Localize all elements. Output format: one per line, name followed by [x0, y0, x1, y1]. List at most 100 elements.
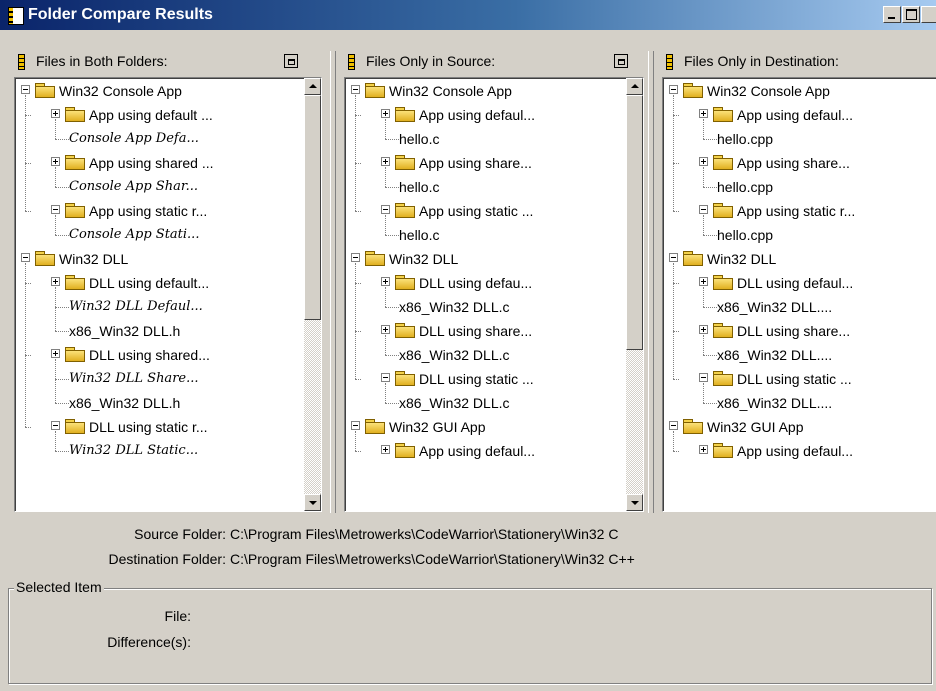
tree-file-node[interactable]: x86_Win32 DLL.h [15, 391, 304, 415]
tree-folder-node[interactable]: Win32 Console App [345, 79, 626, 103]
tree-folder-node[interactable]: Win32 DLL [663, 247, 936, 271]
expand-toggle-icon[interactable] [51, 157, 60, 166]
tree-file-node[interactable]: hello.cpp [663, 223, 936, 247]
expand-toggle-icon[interactable] [381, 445, 390, 454]
tree-file-node[interactable]: x86_Win32 DLL.c [345, 343, 626, 367]
tree-file-node[interactable]: hello.cpp [663, 175, 936, 199]
tree-view[interactable]: Win32 Console App App using default ... Co… [14, 77, 322, 512]
window-title: Folder Compare Results [28, 6, 213, 23]
tree-file-node[interactable]: hello.c [345, 175, 626, 199]
scroll-thumb[interactable] [304, 95, 321, 320]
tree-folder-node[interactable]: App using defaul... [663, 103, 936, 127]
tree-file-node[interactable]: Win32 DLL Defaul... [15, 295, 304, 319]
expand-toggle-icon[interactable] [699, 109, 708, 118]
tree-view[interactable]: Win32 Console App App using defaul... hell… [662, 77, 936, 512]
pane-float-button[interactable] [284, 54, 298, 68]
collapse-toggle-icon[interactable] [51, 421, 60, 430]
scroll-up-button[interactable] [626, 78, 643, 95]
tree-folder-node[interactable]: Win32 Console App [15, 79, 304, 103]
collapse-toggle-icon[interactable] [669, 253, 678, 262]
tree-folder-node[interactable]: DLL using defaul... [663, 271, 936, 295]
collapse-toggle-icon[interactable] [21, 85, 30, 94]
expand-toggle-icon[interactable] [381, 157, 390, 166]
tree-folder-node[interactable]: App using share... [663, 151, 936, 175]
collapse-toggle-icon[interactable] [381, 205, 390, 214]
tree-folder-node[interactable]: App using static ... [345, 199, 626, 223]
collapse-toggle-icon[interactable] [669, 85, 678, 94]
pane-splitter[interactable] [648, 51, 654, 513]
tree-folder-node[interactable]: Win32 GUI App [663, 415, 936, 439]
collapse-toggle-icon[interactable] [51, 205, 60, 214]
tree-folder-node[interactable]: DLL using defau... [345, 271, 626, 295]
collapse-toggle-icon[interactable] [351, 85, 360, 94]
tree-file-node[interactable]: Console App Stati... [15, 223, 304, 247]
close-button[interactable] [921, 6, 936, 23]
tree-folder-node[interactable]: App using defaul... [663, 439, 936, 463]
minimize-button[interactable] [883, 6, 901, 23]
pane-splitter[interactable] [330, 51, 336, 513]
tree-file-node[interactable]: x86_Win32 DLL.... [663, 343, 936, 367]
expand-toggle-icon[interactable] [699, 277, 708, 286]
tree-folder-node[interactable]: App using default ... [15, 103, 304, 127]
expand-toggle-icon[interactable] [381, 109, 390, 118]
expand-toggle-icon[interactable] [699, 325, 708, 334]
tree-folder-node[interactable]: App using defaul... [345, 103, 626, 127]
tree-folder-node[interactable]: DLL using static ... [345, 367, 626, 391]
tree-node-label: App using static ... [419, 203, 534, 219]
expand-toggle-icon[interactable] [381, 277, 390, 286]
tree-folder-node[interactable]: DLL using default... [15, 271, 304, 295]
tree-folder-node[interactable]: DLL using share... [663, 319, 936, 343]
collapse-toggle-icon[interactable] [699, 205, 708, 214]
pane-float-button[interactable] [614, 54, 628, 68]
tree-folder-node[interactable]: DLL using shared... [15, 343, 304, 367]
tree-file-node[interactable]: hello.cpp [663, 127, 936, 151]
collapse-toggle-icon[interactable] [381, 373, 390, 382]
tree-file-node[interactable]: x86_Win32 DLL.c [345, 391, 626, 415]
tree-file-node[interactable]: Console App Defa... [15, 127, 304, 151]
vertical-scrollbar[interactable] [304, 78, 321, 511]
scroll-down-button[interactable] [304, 494, 321, 511]
tree-file-node[interactable]: x86_Win32 DLL.h [15, 319, 304, 343]
collapse-toggle-icon[interactable] [351, 421, 360, 430]
tree-folder-node[interactable]: Win32 DLL [345, 247, 626, 271]
folder-icon [65, 419, 85, 434]
tree-view[interactable]: Win32 Console App App using defaul... hell… [344, 77, 644, 512]
collapse-toggle-icon[interactable] [669, 421, 678, 430]
collapse-toggle-icon[interactable] [21, 253, 30, 262]
tree-folder-node[interactable]: App using share... [345, 151, 626, 175]
tree-folder-node[interactable]: Win32 GUI App [345, 415, 626, 439]
window-title-bar[interactable]: Folder Compare Results [0, 0, 936, 30]
tree-file-node[interactable]: x86_Win32 DLL.... [663, 391, 936, 415]
scroll-up-button[interactable] [304, 78, 321, 95]
tree-folder-node[interactable]: Win32 DLL [15, 247, 304, 271]
tree-file-node[interactable]: Console App Shar... [15, 175, 304, 199]
expand-toggle-icon[interactable] [699, 445, 708, 454]
scroll-thumb[interactable] [626, 95, 643, 350]
collapse-toggle-icon[interactable] [351, 253, 360, 262]
tree-folder-node[interactable]: App using static r... [15, 199, 304, 223]
scroll-down-button[interactable] [626, 494, 643, 511]
vertical-scrollbar[interactable] [626, 78, 643, 511]
collapse-toggle-icon[interactable] [699, 373, 708, 382]
tree-folder-node[interactable]: Win32 Console App [663, 79, 936, 103]
tree-file-node[interactable]: x86_Win32 DLL.... [663, 295, 936, 319]
tree-folder-node[interactable]: App using static r... [663, 199, 936, 223]
maximize-button[interactable] [902, 6, 920, 23]
tree-file-node[interactable]: x86_Win32 DLL.c [345, 295, 626, 319]
expand-toggle-icon[interactable] [51, 277, 60, 286]
expand-toggle-icon[interactable] [381, 325, 390, 334]
tree-folder-node[interactable]: DLL using static ... [663, 367, 936, 391]
tree-file-node[interactable]: Win32 DLL Static... [15, 439, 304, 463]
expand-toggle-icon[interactable] [51, 109, 60, 118]
tree-node-label: DLL using share... [737, 323, 851, 339]
tree-file-node[interactable]: Win32 DLL Share... [15, 367, 304, 391]
expand-toggle-icon[interactable] [699, 157, 708, 166]
tree-file-node[interactable]: hello.c [345, 223, 626, 247]
tree-file-node[interactable]: hello.c [345, 127, 626, 151]
folder-icon [35, 83, 55, 98]
tree-folder-node[interactable]: App using defaul... [345, 439, 626, 463]
tree-folder-node[interactable]: DLL using static r... [15, 415, 304, 439]
tree-folder-node[interactable]: DLL using share... [345, 319, 626, 343]
expand-toggle-icon[interactable] [51, 349, 60, 358]
tree-folder-node[interactable]: App using shared ... [15, 151, 304, 175]
